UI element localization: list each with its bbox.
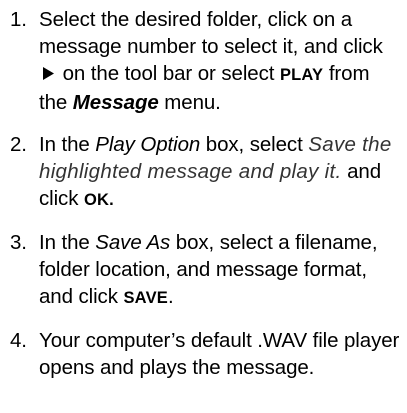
step-3: 3. In the Save As box, select a filename… <box>0 229 407 312</box>
step-4: 4. Your computer’s default .WAV file pla… <box>0 327 407 381</box>
step-text: on the tool bar or select <box>57 62 280 85</box>
step-text: Select the desired folder, click on a me… <box>39 8 383 58</box>
step-text: Your computer’s default .WAV file player… <box>39 329 400 379</box>
step-number: 2. <box>10 133 27 156</box>
command-label: OK. <box>83 191 114 209</box>
step-text: In the <box>39 133 96 156</box>
step-text: In the <box>39 231 96 254</box>
step-text: menu. <box>158 91 221 114</box>
step-number: 3. <box>10 231 27 254</box>
step-2: 2. In the Play Option box, select Save t… <box>0 131 407 214</box>
step-text: box, select <box>200 133 309 156</box>
step-1: 1. Select the desired folder, click on a… <box>0 6 407 116</box>
command-label: PLAY <box>279 66 324 84</box>
step-text: . <box>167 285 174 308</box>
step-number: 1. <box>10 8 27 31</box>
dialog-name: Save As <box>95 231 171 254</box>
command-label: SAVE <box>123 289 168 307</box>
play-icon <box>42 65 55 80</box>
instruction-list: 1. Select the desired folder, click on a… <box>0 0 407 381</box>
dialog-name: Play Option <box>95 133 201 156</box>
menu-name: Message <box>72 91 159 114</box>
step-number: 4. <box>10 329 27 352</box>
